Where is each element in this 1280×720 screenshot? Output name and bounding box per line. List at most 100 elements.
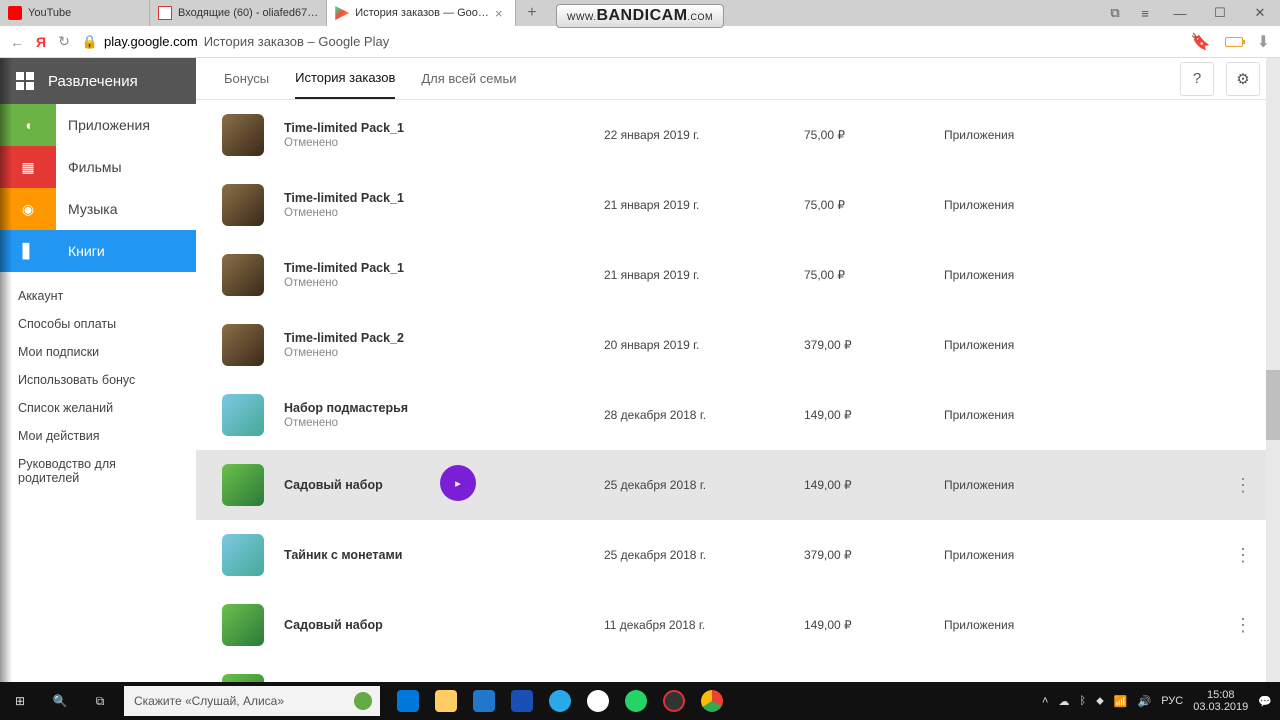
- app-edge[interactable]: [390, 682, 426, 720]
- edge-shadow: [0, 58, 12, 682]
- back-button[interactable]: ←: [10, 34, 24, 50]
- menu-icon[interactable]: ≡: [1130, 0, 1160, 26]
- tab-label: Входящие (60) - oliafed67…: [178, 7, 318, 19]
- order-status: Отменено: [284, 277, 584, 289]
- tray-volume-icon[interactable]: 🔊: [1138, 695, 1152, 708]
- close-icon[interactable]: ×: [495, 6, 507, 21]
- taskbar-apps: [390, 682, 730, 720]
- app-telegram[interactable]: [542, 682, 578, 720]
- app-mail[interactable]: [504, 682, 540, 720]
- order-name-col: Садовый набор: [284, 478, 584, 492]
- search-icon[interactable]: 🔍: [40, 682, 80, 720]
- order-row[interactable]: Салоный набор10 декабря 2018 г.149,00 ₽П…: [196, 660, 1280, 682]
- order-name-col: Time-limited Pack_1 Отменено: [284, 191, 584, 219]
- tray-bluetooth-icon[interactable]: ᛒ: [1079, 695, 1086, 707]
- minimize-button[interactable]: —: [1160, 0, 1200, 26]
- download-icon[interactable]: ⬇: [1257, 32, 1270, 52]
- tab-label: YouTube: [28, 7, 141, 19]
- app-whatsapp[interactable]: [618, 682, 654, 720]
- url-display[interactable]: 🔒 play.google.com История заказов – Goog…: [82, 34, 389, 50]
- more-icon[interactable]: ⋮: [1234, 475, 1252, 496]
- tab-gmail[interactable]: Входящие (60) - oliafed67…: [150, 0, 327, 26]
- order-row[interactable]: Time-limited Pack_1Отменено21 января 201…: [196, 240, 1280, 310]
- order-name: Time-limited Pack_1: [284, 261, 584, 275]
- app-yandex[interactable]: [580, 682, 616, 720]
- play-store: Развлечения ◖Приложения ▦Фильмы ◉Музыка …: [0, 58, 1280, 682]
- order-row[interactable]: Time-limited Pack_2Отменено20 января 201…: [196, 310, 1280, 380]
- app-chrome[interactable]: [694, 682, 730, 720]
- activity-link[interactable]: Мои действия: [18, 422, 178, 450]
- cursor-indicator: ▸: [440, 465, 476, 501]
- tray-security-icon[interactable]: ⬥: [1096, 695, 1104, 708]
- tray-clock[interactable]: 15:08 03.03.2019: [1193, 689, 1248, 713]
- order-row[interactable]: Садовый набор25 декабря 2018 г.149,00 ₽П…: [196, 450, 1280, 520]
- play-icon: [335, 6, 349, 20]
- sidebar-item-films[interactable]: ▦Фильмы: [0, 146, 196, 188]
- order-status: Отменено: [284, 137, 584, 149]
- order-row[interactable]: Набор подмастерьяОтменено28 декабря 2018…: [196, 380, 1280, 450]
- tray-up-icon[interactable]: ˄: [1042, 695, 1048, 707]
- tray-language[interactable]: РУС: [1161, 695, 1183, 707]
- tab-googleplay[interactable]: История заказов — Goo… ×: [327, 0, 516, 26]
- maximize-button[interactable]: ☐: [1200, 0, 1240, 26]
- order-category: Приложения: [944, 198, 1064, 212]
- more-icon[interactable]: ⋮: [1234, 545, 1252, 566]
- order-name: Набор подмастерья: [284, 401, 584, 415]
- order-thumb: [222, 464, 264, 506]
- alice-search[interactable]: Скажите «Слушай, Алиса»: [124, 686, 380, 716]
- sidebar-item-apps[interactable]: ◖Приложения: [0, 104, 196, 146]
- order-list: Time-limited Pack_1Отменено22 января 201…: [196, 100, 1280, 682]
- tab-label: История заказов — Goo…: [355, 7, 489, 19]
- close-button[interactable]: ✕: [1240, 0, 1280, 26]
- tab-bonuses[interactable]: Бонусы: [224, 59, 269, 98]
- start-button[interactable]: ⊞: [0, 682, 40, 720]
- tray-notifications-icon[interactable]: 💬: [1258, 695, 1272, 708]
- redeem-link[interactable]: Использовать бонус: [18, 366, 178, 394]
- bookmark-icon[interactable]: 🔖: [1191, 32, 1211, 52]
- tray-wifi-icon[interactable]: 📶: [1114, 695, 1128, 708]
- mic-icon[interactable]: [354, 692, 372, 710]
- tab-youtube[interactable]: YouTube: [0, 0, 150, 26]
- panel-icon[interactable]: ⧉: [1100, 0, 1130, 26]
- subscriptions-link[interactable]: Мои подписки: [18, 338, 178, 366]
- bandicam-watermark: WWW.BANDICAM.COM: [556, 4, 724, 28]
- new-tab-button[interactable]: +: [516, 0, 548, 26]
- more-icon[interactable]: ⋮: [1234, 615, 1252, 636]
- parent-guide-link[interactable]: Руководство для родителей: [18, 450, 178, 492]
- order-row[interactable]: Тайник с монетами25 декабря 2018 г.379,0…: [196, 520, 1280, 590]
- sidebar-item-books[interactable]: ▋Книги: [0, 230, 196, 272]
- order-row[interactable]: Time-limited Pack_1Отменено22 января 201…: [196, 100, 1280, 170]
- app-explorer[interactable]: [428, 682, 464, 720]
- payment-methods-link[interactable]: Способы оплаты: [18, 310, 178, 338]
- order-row[interactable]: Time-limited Pack_1Отменено21 января 201…: [196, 170, 1280, 240]
- reload-button[interactable]: ↻: [58, 33, 70, 50]
- order-status: Отменено: [284, 207, 584, 219]
- order-thumb: [222, 254, 264, 296]
- tab-family[interactable]: Для всей семьи: [421, 59, 516, 98]
- order-name-col: Time-limited Pack_1Отменено: [284, 121, 584, 149]
- settings-button[interactable]: ⚙: [1226, 62, 1260, 96]
- help-button[interactable]: ?: [1180, 62, 1214, 96]
- wishlist-link[interactable]: Список желаний: [18, 394, 178, 422]
- order-row[interactable]: Садовый набор11 декабря 2018 г.149,00 ₽П…: [196, 590, 1280, 660]
- brand-label: Развлечения: [48, 73, 138, 90]
- account-link[interactable]: Аккаунт: [18, 282, 178, 310]
- yandex-icon[interactable]: Я: [36, 34, 46, 50]
- order-name-col: Садовый набор: [284, 618, 584, 632]
- order-date: 11 декабря 2018 г.: [604, 618, 784, 632]
- app-store[interactable]: [466, 682, 502, 720]
- tray-cloud-icon[interactable]: ☁: [1058, 695, 1069, 708]
- sidebar-item-music[interactable]: ◉Музыка: [0, 188, 196, 230]
- order-name: Садовый набор: [284, 478, 584, 492]
- account-menu: Аккаунт Способы оплаты Мои подписки Испо…: [0, 272, 196, 502]
- task-view-button[interactable]: ⧉: [80, 682, 120, 720]
- order-name: Time-limited Pack_1: [284, 191, 584, 205]
- order-price: 75,00 ₽: [804, 268, 924, 282]
- scrollbar-thumb[interactable]: [1266, 370, 1280, 440]
- order-date: 20 января 2019 г.: [604, 338, 784, 352]
- app-record[interactable]: [656, 682, 692, 720]
- order-name-col: Time-limited Pack_1 Отменено: [284, 261, 584, 289]
- url-domain: play.google.com: [104, 34, 198, 49]
- brand-header[interactable]: Развлечения: [0, 58, 196, 104]
- tab-order-history[interactable]: История заказов: [295, 58, 395, 99]
